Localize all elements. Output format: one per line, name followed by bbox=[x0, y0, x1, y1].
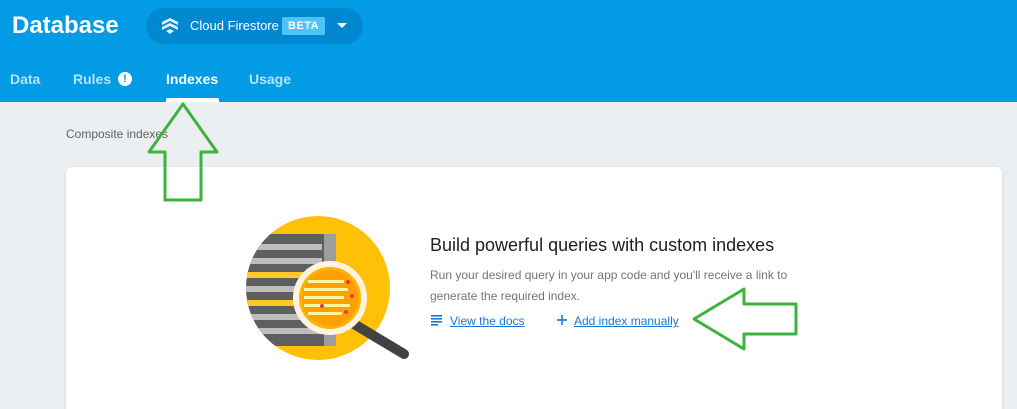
empty-state-title: Build powerful queries with custom index… bbox=[430, 235, 775, 255]
tab-rules[interactable]: Rules bbox=[73, 70, 111, 88]
left-arrow-annotation bbox=[692, 287, 798, 351]
index-search-illustration bbox=[246, 216, 409, 360]
page-title: Database bbox=[12, 12, 119, 39]
database-selector[interactable]: Cloud Firestore BETA bbox=[146, 8, 363, 44]
tab-indexes[interactable]: Indexes bbox=[166, 70, 218, 88]
plus-icon bbox=[557, 315, 567, 325]
tab-data[interactable]: Data bbox=[10, 70, 40, 88]
add-index-manually-link[interactable]: Add index manually bbox=[574, 313, 679, 329]
firestore-icon bbox=[162, 18, 178, 34]
up-arrow-annotation bbox=[147, 102, 219, 202]
view-docs-link[interactable]: View the docs bbox=[450, 313, 525, 329]
docs-icon bbox=[431, 315, 442, 326]
chevron-down-icon[interactable] bbox=[337, 23, 347, 28]
database-name: Cloud Firestore bbox=[190, 18, 279, 33]
tab-usage[interactable]: Usage bbox=[249, 70, 291, 88]
app-header: Database Cloud Firestore BETA Data Rules… bbox=[0, 0, 1017, 102]
beta-badge: BETA bbox=[282, 17, 326, 35]
rules-alert-badge: ! bbox=[118, 72, 132, 86]
